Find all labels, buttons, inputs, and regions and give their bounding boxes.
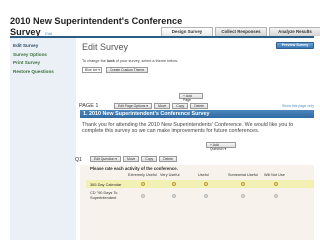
radio-button[interactable] bbox=[172, 194, 176, 198]
theme-text-suffix: of your survey, select a theme below. bbox=[114, 59, 178, 63]
sidebar-item-print-survey[interactable]: Print Survey bbox=[10, 59, 76, 68]
top-tabs: Design Survey Collect Responses Analyze … bbox=[161, 27, 320, 36]
sidebar-item-survey-options[interactable]: Survey Options bbox=[10, 51, 76, 60]
create-custom-theme-button[interactable]: Create Custom Theme bbox=[106, 67, 149, 73]
show-page-only-link[interactable]: Show this page only bbox=[282, 104, 314, 108]
matrix-row-label: 365 Day Calendar bbox=[90, 182, 122, 187]
sidebar: Edit Survey Survey Options Print Survey … bbox=[10, 38, 76, 240]
theme-instructions: To change the look of your survey, selec… bbox=[82, 59, 178, 63]
matrix-row-label: CD "90 Days To Superintendent bbox=[90, 190, 118, 200]
scale-header-will-not-use: Will Not Use bbox=[264, 173, 285, 177]
theme-text-prefix: To change the bbox=[82, 59, 107, 63]
chevron-down-icon: ▾ bbox=[98, 68, 100, 72]
theme-select-value: Blue Ice bbox=[85, 68, 98, 72]
radio-button[interactable] bbox=[204, 182, 208, 186]
theme-controls: Blue Ice ▾ Create Custom Theme bbox=[82, 67, 149, 73]
radio-button[interactable] bbox=[241, 182, 245, 186]
page-toolbar: PAGE 1 Edit Page Options ▾ Move Copy Del… bbox=[79, 102, 314, 110]
move-question-button[interactable]: Move bbox=[123, 156, 140, 162]
question-tools: Edit Question ▾ Move Copy Delete bbox=[90, 156, 178, 162]
question-number: Q1 bbox=[75, 157, 82, 163]
preview-survey-button[interactable]: Preview Survey bbox=[276, 42, 314, 49]
page-tools: Edit Page Options ▾ Move Copy Delete bbox=[114, 103, 209, 109]
delete-page-button[interactable]: Delete bbox=[190, 103, 209, 109]
scale-header-extremely-useful: Extremely Useful bbox=[128, 173, 157, 177]
radio-button[interactable] bbox=[141, 194, 145, 198]
add-page-button[interactable]: + Add Page bbox=[179, 93, 203, 102]
copy-question-button[interactable]: Copy bbox=[141, 156, 158, 162]
tab-design-survey[interactable]: Design Survey bbox=[161, 27, 213, 36]
tab-analyze-results[interactable]: Analyze Results bbox=[269, 27, 320, 36]
radio-button[interactable] bbox=[204, 194, 208, 198]
main-content: Edit Survey Preview Survey To change the… bbox=[75, 38, 314, 240]
radio-button[interactable] bbox=[274, 182, 278, 186]
survey-title-text: 2010 New Superintendent's Conference Sur… bbox=[10, 16, 183, 37]
delete-question-button[interactable]: Delete bbox=[159, 156, 178, 162]
radio-button[interactable] bbox=[274, 194, 278, 198]
theme-text-bold: look bbox=[106, 59, 115, 63]
scale-header-very-useful: Very Useful bbox=[160, 173, 180, 177]
page-label: PAGE 1 bbox=[79, 103, 99, 109]
radio-button[interactable] bbox=[141, 182, 145, 186]
page-title: Edit Survey bbox=[82, 42, 129, 52]
scale-header-somewhat-useful: Somewhat Useful bbox=[228, 173, 258, 177]
tab-collect-responses[interactable]: Collect Responses bbox=[215, 27, 267, 36]
radio-button[interactable] bbox=[241, 194, 245, 198]
question-toolbar: Q1 Edit Question ▾ Move Copy Delete bbox=[68, 156, 314, 165]
page-banner: 1. 2010 New Superintendent's Conference … bbox=[80, 110, 314, 118]
move-page-button[interactable]: Move bbox=[153, 103, 171, 109]
edit-title-link[interactable]: Edit bbox=[45, 31, 52, 36]
question-text: Please rate each activity of the confere… bbox=[90, 166, 178, 171]
question-block: Please rate each activity of the confere… bbox=[80, 165, 314, 240]
theme-select[interactable]: Blue Ice ▾ bbox=[82, 67, 102, 73]
sidebar-item-restore-questions[interactable]: Restore Questions bbox=[10, 68, 76, 77]
copy-page-button[interactable]: Copy bbox=[172, 103, 189, 109]
scale-header-useful: Useful bbox=[198, 173, 209, 177]
edit-page-options-button[interactable]: Edit Page Options ▾ bbox=[114, 103, 152, 109]
add-question-button[interactable]: + Add Question ▾ bbox=[206, 142, 236, 151]
intro-text: Thank you for attending the 2010 New Sup… bbox=[82, 122, 294, 135]
edit-question-button[interactable]: Edit Question ▾ bbox=[90, 156, 121, 162]
radio-button[interactable] bbox=[172, 182, 176, 186]
sidebar-item-edit-survey[interactable]: Edit Survey bbox=[10, 42, 76, 51]
